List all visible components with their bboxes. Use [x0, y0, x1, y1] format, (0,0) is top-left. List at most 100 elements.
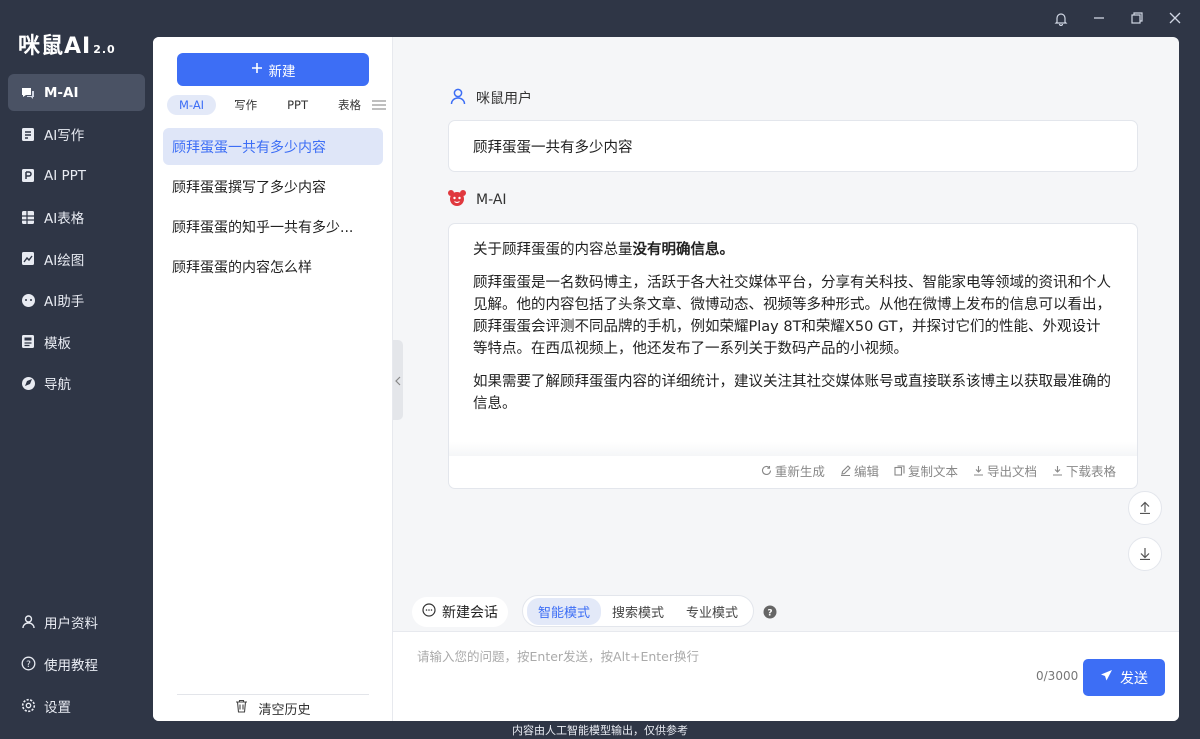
history-sidebar: 新建 M-AI 写作 PPT 表格 顾拜蛋蛋一共有多少内容 顾拜蛋蛋撰写了多少内… [153, 37, 393, 721]
composer: 0/3000 发送 [393, 631, 1179, 721]
assistant-icon [20, 292, 36, 308]
copy-text-button[interactable]: 复制文本 [894, 461, 958, 480]
list-item[interactable]: 顾拜蛋蛋撰写了多少内容 [163, 168, 383, 205]
user-avatar-icon [449, 87, 467, 109]
ppt-icon [20, 168, 36, 184]
bell-icon[interactable] [1052, 9, 1070, 27]
ai-header: M-AI [447, 189, 507, 211]
nav-item-tutorial[interactable]: ? 使用教程 [8, 645, 145, 682]
help-icon: ? [20, 656, 36, 672]
mode-smart[interactable]: 智能模式 [527, 597, 602, 625]
nav-item-ai-table[interactable]: AI表格 [8, 199, 145, 236]
new-chat-button[interactable]: 新建会话 [412, 597, 508, 627]
message-input[interactable] [417, 646, 1057, 674]
refresh-icon [761, 465, 772, 476]
arrow-down-icon [1139, 545, 1151, 564]
user-message: 顾拜蛋蛋一共有多少内容 [448, 120, 1138, 172]
ai-paragraph: 关于顾拜蛋蛋的内容总量没有明确信息。 [473, 239, 1113, 261]
nav-label: AI绘图 [44, 252, 85, 269]
mode-search[interactable]: 搜索模式 [601, 598, 675, 625]
ai-avatar-icon [447, 189, 467, 211]
nav-item-ai-assistant[interactable]: AI助手 [8, 282, 145, 319]
question-icon[interactable]: ? [763, 604, 777, 623]
user-header: 咪鼠用户 [449, 87, 532, 109]
char-counter: 0/3000 [1036, 669, 1079, 683]
tab-m-ai[interactable]: M-AI [167, 95, 217, 115]
menu-icon[interactable] [371, 97, 387, 116]
chat-icon [20, 85, 36, 101]
ai-paragraph: 如果需要了解顾拜蛋蛋内容的详细统计，建议关注其社交媒体账号或直接联系该博主以获取… [473, 374, 1111, 412]
nav-item-m-ai[interactable]: M-AI [8, 74, 145, 111]
ai-name: M-AI [476, 192, 507, 208]
scroll-top-button[interactable] [1128, 491, 1162, 525]
tab-write[interactable]: 写作 [222, 94, 269, 116]
download-table-button[interactable]: 下载表格 [1052, 461, 1116, 480]
window-controls [1052, 9, 1184, 27]
collapse-sidebar-handle[interactable] [393, 340, 403, 420]
tab-table[interactable]: 表格 [326, 94, 373, 116]
nav-item-template[interactable]: 模板 [8, 323, 145, 360]
copy-icon [894, 465, 905, 476]
nav-label: AI表格 [44, 211, 85, 227]
svg-text:?: ? [26, 660, 31, 670]
chat-bubble-icon [422, 603, 436, 621]
plus-icon [251, 62, 263, 78]
ai-text: 关于顾拜蛋蛋的内容总量 [473, 242, 633, 258]
new-button-label: 新建 [268, 63, 296, 80]
nav-item-settings[interactable]: 设置 [8, 687, 145, 724]
restore-icon[interactable] [1128, 9, 1146, 27]
mode-switch: 智能模式 搜索模式 专业模式 [522, 595, 755, 627]
user-name: 咪鼠用户 [476, 91, 532, 107]
action-label: 复制文本 [907, 464, 958, 479]
nav-item-ai-ppt[interactable]: AI PPT [8, 157, 145, 194]
ai-paragraph: 顾拜蛋蛋是一名数码博主，活跃于各大社交媒体平台，分享有关科技、智能家电等领域的资… [473, 275, 1111, 357]
list-item[interactable]: 顾拜蛋蛋一共有多少内容 [163, 128, 383, 165]
trash-icon [235, 699, 248, 717]
nav-item-navigation[interactable]: 导航 [8, 365, 145, 402]
list-item[interactable]: 顾拜蛋蛋的知乎一共有多少... [163, 208, 383, 245]
history-tabs: M-AI 写作 PPT 表格 [167, 93, 387, 117]
nav-label: 用户资料 [44, 615, 98, 632]
nav-label: M-AI [44, 84, 79, 101]
send-label: 发送 [1120, 670, 1148, 687]
gear-icon [20, 698, 36, 714]
navigation-icon [20, 375, 36, 391]
send-button[interactable]: 发送 [1083, 659, 1165, 696]
download-icon [1052, 465, 1063, 476]
ai-message-body: 关于顾拜蛋蛋的内容总量没有明确信息。 顾拜蛋蛋是一名数码博主，活跃于各大社交媒体… [449, 224, 1137, 415]
nav-item-ai-paint[interactable]: AI绘图 [8, 240, 145, 277]
close-icon[interactable] [1166, 9, 1184, 27]
app-panel: 新建 M-AI 写作 PPT 表格 顾拜蛋蛋一共有多少内容 顾拜蛋蛋撰写了多少内… [153, 37, 1179, 721]
minimize-icon[interactable] [1090, 9, 1108, 27]
svg-text:?: ? [767, 609, 772, 619]
logo-text: 咪鼠AI [18, 34, 92, 59]
table-icon [20, 209, 36, 225]
export-document-button[interactable]: 导出文档 [973, 461, 1037, 480]
message-actions: 重新生成 编辑 复制文本 导出文档 下载表格 [761, 461, 1116, 480]
history-list: 顾拜蛋蛋一共有多少内容 顾拜蛋蛋撰写了多少内容 顾拜蛋蛋的知乎一共有多少... … [163, 128, 383, 288]
new-chat-label: 新建会话 [442, 605, 498, 621]
pencil-icon [840, 465, 851, 476]
scroll-bottom-button[interactable] [1128, 537, 1162, 571]
nav-label: AI PPT [44, 167, 87, 184]
nav-label: AI助手 [44, 294, 85, 310]
clear-history-button[interactable]: 清空历史 [177, 694, 369, 721]
ai-message-fade [449, 442, 1137, 456]
action-label: 编辑 [853, 464, 879, 479]
edit-button[interactable]: 编辑 [840, 461, 879, 480]
download-icon [973, 465, 984, 476]
nav-item-ai-write[interactable]: AI写作 [8, 116, 145, 153]
secondary-nav: 用户资料 ? 使用教程 设置 [8, 603, 145, 729]
arrow-up-icon [1139, 499, 1151, 518]
ai-message: 关于顾拜蛋蛋的内容总量没有明确信息。 顾拜蛋蛋是一名数码博主，活跃于各大社交媒体… [448, 223, 1138, 489]
new-button[interactable]: 新建 [177, 53, 369, 86]
regenerate-button[interactable]: 重新生成 [761, 461, 825, 480]
mode-professional[interactable]: 专业模式 [675, 598, 749, 625]
list-item[interactable]: 顾拜蛋蛋的内容怎么样 [163, 248, 383, 285]
nav-label: 设置 [44, 699, 71, 716]
tab-ppt[interactable]: PPT [275, 95, 320, 115]
nav-item-user-profile[interactable]: 用户资料 [8, 603, 145, 640]
disclaimer: 内容由人工智能模型输出，仅供参考 [512, 724, 688, 737]
paper-plane-icon [1100, 669, 1113, 686]
chevron-left-icon [395, 371, 401, 390]
